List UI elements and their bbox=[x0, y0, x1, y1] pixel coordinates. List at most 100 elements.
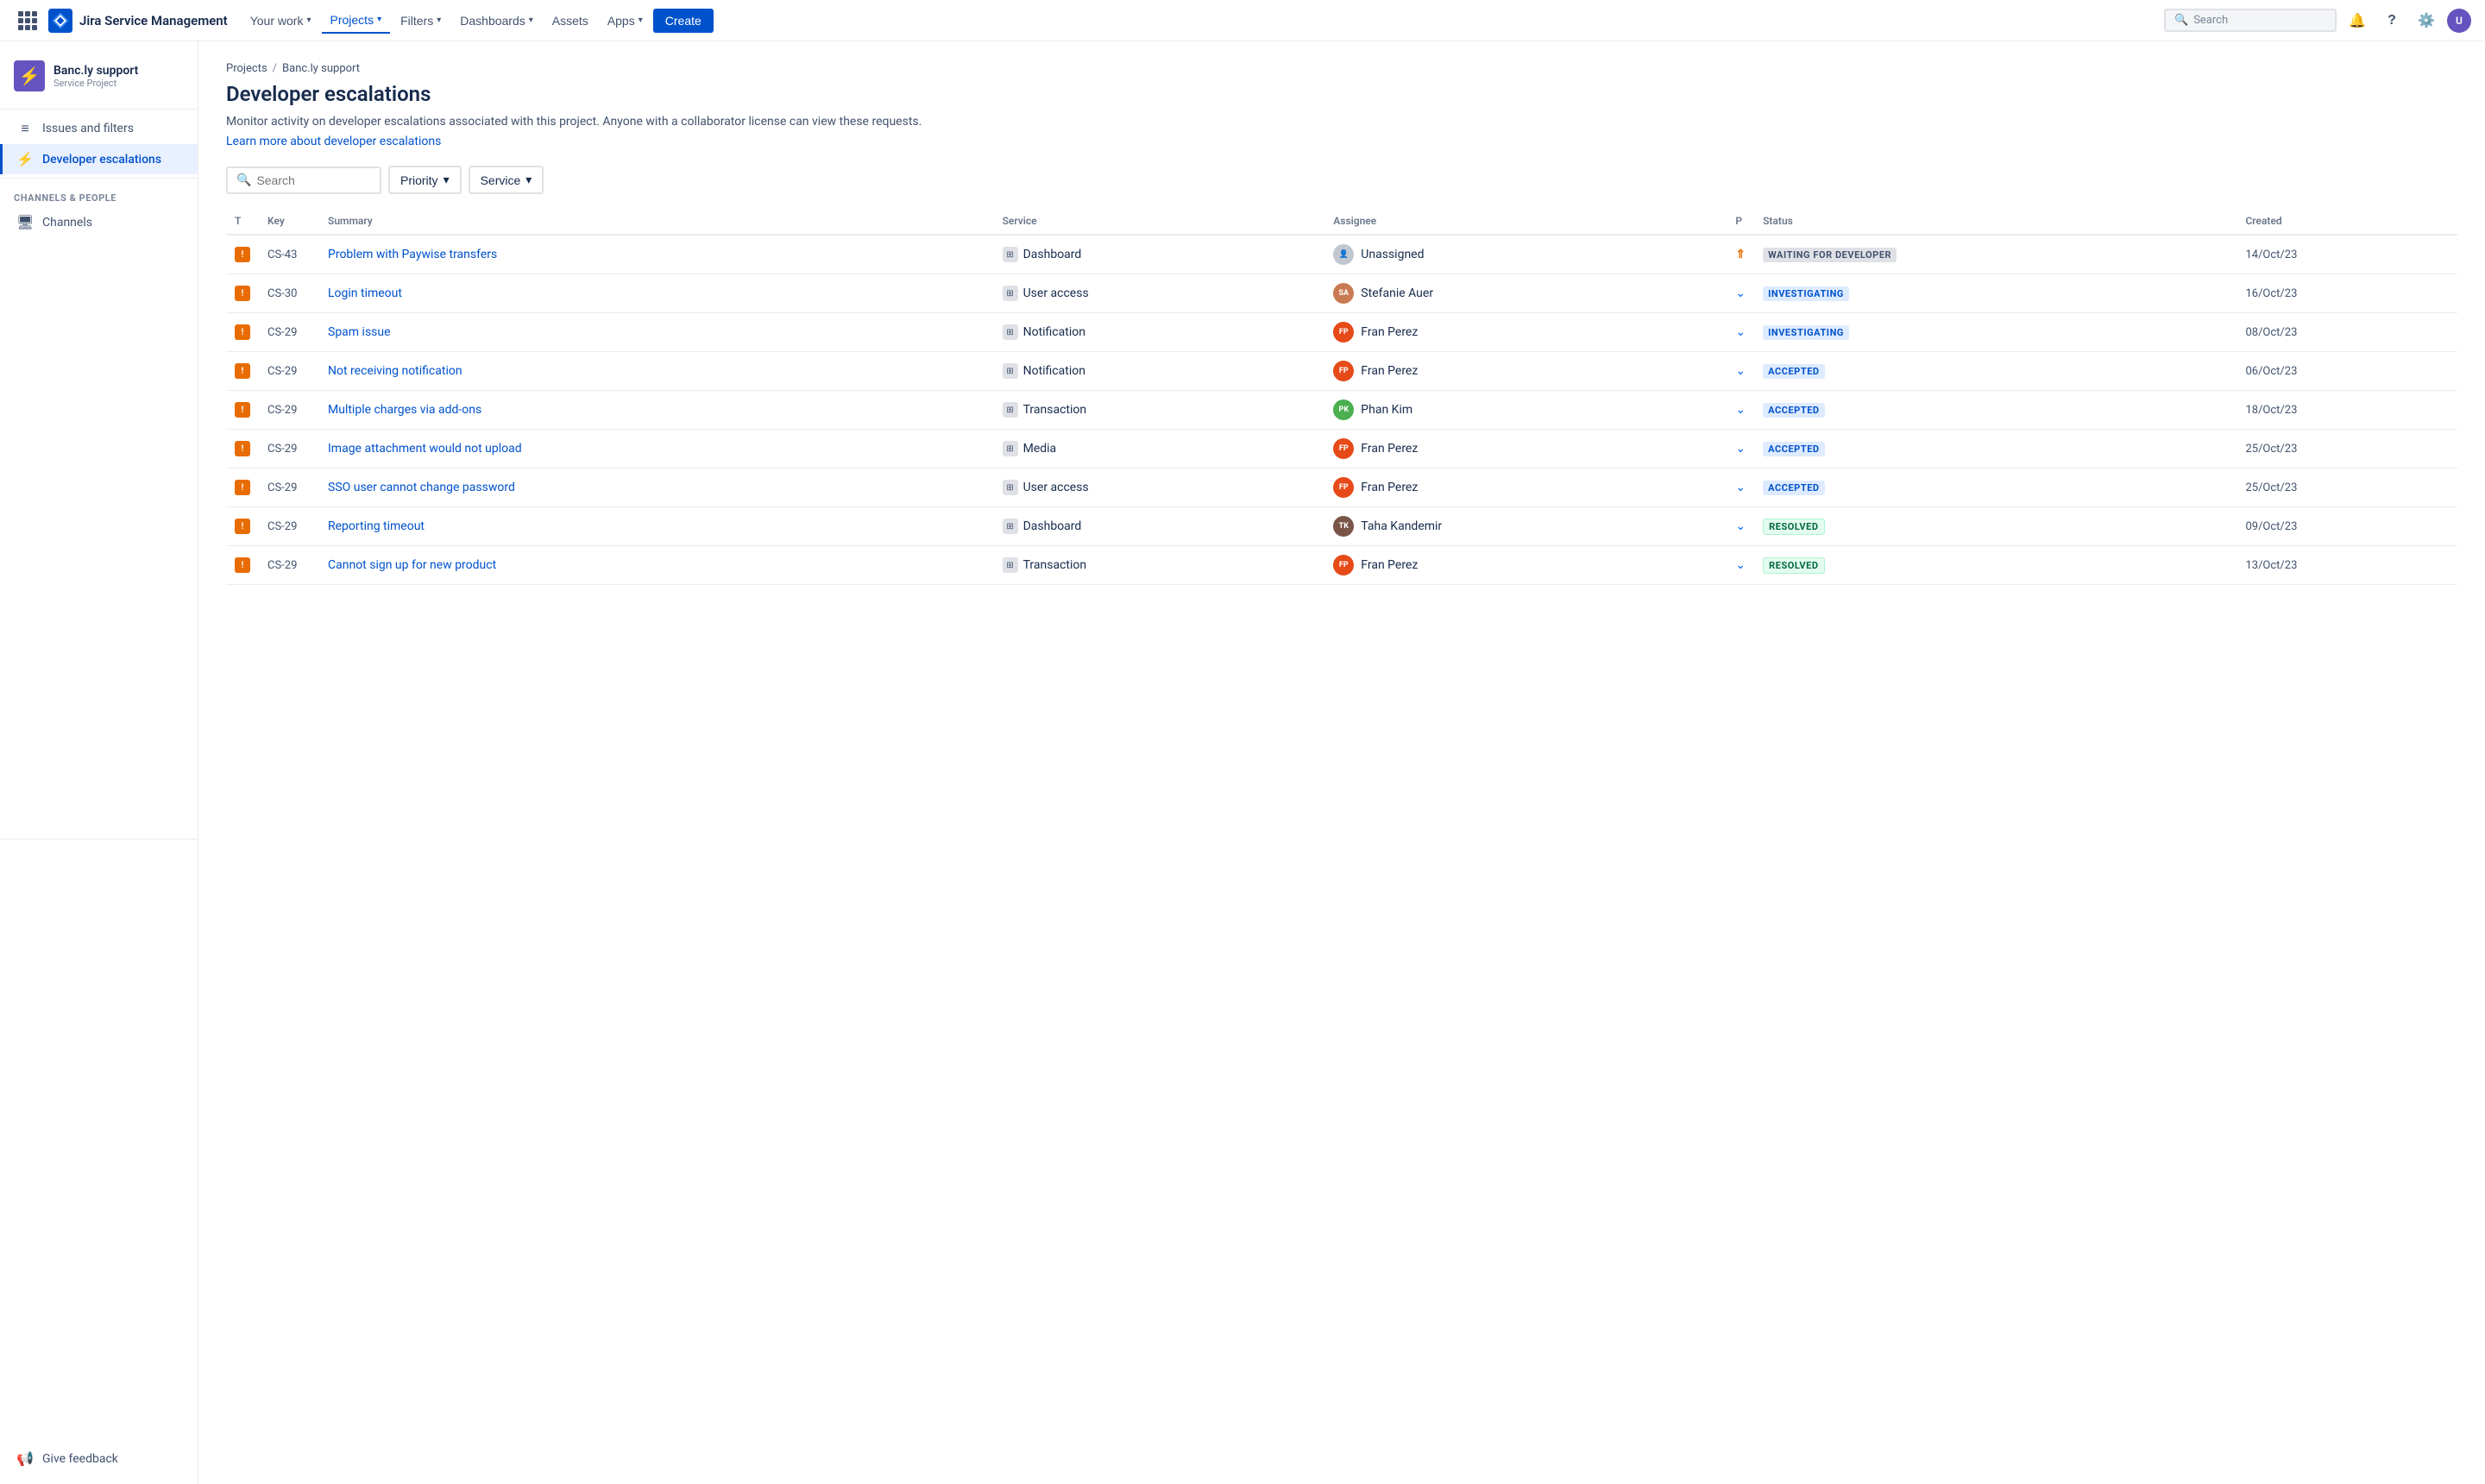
chevron-down-icon: ▾ bbox=[437, 16, 441, 25]
assignee-name: Taha Kandemir bbox=[1361, 519, 1442, 533]
issue-summary-link[interactable]: SSO user cannot change password bbox=[328, 481, 515, 494]
apps-grid-button[interactable] bbox=[14, 7, 41, 35]
priority-icon: ⌄ bbox=[1735, 558, 1746, 572]
cell-summary: Not receiving notification bbox=[319, 352, 994, 391]
cell-service: ⊞ Transaction bbox=[994, 546, 1325, 585]
issue-summary-link[interactable]: Multiple charges via add-ons bbox=[328, 403, 481, 417]
cell-assignee: FP Fran Perez bbox=[1324, 430, 1727, 468]
cell-service: ⊞ Media bbox=[994, 430, 1325, 468]
service-cell: ⊞ Transaction bbox=[1003, 402, 1317, 418]
cell-service: ⊞ Dashboard bbox=[994, 235, 1325, 274]
cell-status: ACCEPTED bbox=[1754, 430, 2236, 468]
sidebar: ⚡ Banc.ly support Service Project ≡ Issu… bbox=[0, 41, 198, 1484]
issue-summary-link[interactable]: Login timeout bbox=[328, 286, 402, 300]
search-box[interactable]: 🔍 Search bbox=[2164, 9, 2337, 32]
created-date: 14/Oct/23 bbox=[2245, 248, 2297, 261]
assignee-cell: FP Fran Perez bbox=[1333, 438, 1718, 459]
table-row: !CS-29SSO user cannot change password ⊞ … bbox=[226, 468, 2457, 507]
search-filter[interactable]: 🔍 bbox=[226, 167, 381, 194]
cell-created: 16/Oct/23 bbox=[2236, 274, 2457, 313]
cell-key: CS-29 bbox=[259, 313, 319, 352]
col-priority: P bbox=[1727, 208, 1754, 235]
service-icon: ⊞ bbox=[1003, 247, 1018, 262]
sidebar-item-channels[interactable]: 🖥 Channels bbox=[0, 207, 198, 237]
cell-service: ⊞ Transaction bbox=[994, 391, 1325, 430]
service-cell: ⊞ User access bbox=[1003, 480, 1317, 495]
breadcrumb-projects[interactable]: Projects bbox=[226, 62, 267, 75]
table-row: !CS-29Spam issue ⊞ Notification FP Fran … bbox=[226, 313, 2457, 352]
issue-summary-link[interactable]: Reporting timeout bbox=[328, 519, 425, 533]
cell-type: ! bbox=[226, 235, 259, 274]
service-filter-button[interactable]: Service ▾ bbox=[469, 166, 544, 194]
main-content: Projects / Banc.ly support Developer esc… bbox=[198, 41, 2485, 1484]
breadcrumb-project-name[interactable]: Banc.ly support bbox=[282, 62, 360, 75]
avatar: TK bbox=[1333, 516, 1354, 537]
breadcrumb: Projects / Banc.ly support bbox=[226, 62, 2457, 75]
cell-service: ⊞ Dashboard bbox=[994, 507, 1325, 546]
cell-summary: Login timeout bbox=[319, 274, 994, 313]
cell-created: 09/Oct/23 bbox=[2236, 507, 2457, 546]
cell-priority: ⌄ bbox=[1727, 391, 1754, 430]
service-name: Notification bbox=[1023, 325, 1085, 339]
page-title: Developer escalations bbox=[226, 82, 2457, 106]
issue-summary-link[interactable]: Image attachment would not upload bbox=[328, 442, 522, 456]
issue-summary-link[interactable]: Problem with Paywise transfers bbox=[328, 248, 497, 261]
filters-row: 🔍 Priority ▾ Service ▾ bbox=[226, 166, 2457, 194]
search-input[interactable] bbox=[256, 173, 371, 187]
cell-key: CS-43 bbox=[259, 235, 319, 274]
table-row: !CS-30Login timeout ⊞ User access SA Ste… bbox=[226, 274, 2457, 313]
issue-summary-link[interactable]: Cannot sign up for new product bbox=[328, 558, 496, 572]
service-icon: ⊞ bbox=[1003, 441, 1018, 456]
settings-button[interactable]: ⚙️ bbox=[2413, 7, 2440, 35]
chevron-down-icon: ▾ bbox=[529, 16, 533, 25]
service-name: Dashboard bbox=[1023, 519, 1082, 533]
priority-filter-button[interactable]: Priority ▾ bbox=[388, 166, 462, 194]
nav-filters[interactable]: Filters ▾ bbox=[392, 9, 450, 33]
cell-service: ⊞ User access bbox=[994, 274, 1325, 313]
service-icon: ⊞ bbox=[1003, 557, 1018, 573]
channels-section-label: CHANNELS & PEOPLE bbox=[0, 182, 198, 207]
sidebar-item-feedback[interactable]: 📢 Give feedback bbox=[0, 1443, 198, 1474]
nav-apps[interactable]: Apps ▾ bbox=[599, 9, 651, 33]
sidebar-item-dev-escalations[interactable]: ⚡ Developer escalations bbox=[0, 144, 198, 174]
cell-status: ACCEPTED bbox=[1754, 352, 2236, 391]
priority-icon: ⌄ bbox=[1735, 325, 1746, 339]
col-service: Service bbox=[994, 208, 1325, 235]
cell-status: RESOLVED bbox=[1754, 546, 2236, 585]
cell-created: 13/Oct/23 bbox=[2236, 546, 2457, 585]
grid-icon bbox=[16, 9, 39, 32]
user-avatar[interactable]: U bbox=[2447, 9, 2471, 33]
cell-service: ⊞ Notification bbox=[994, 313, 1325, 352]
priority-icon: ⌄ bbox=[1735, 481, 1746, 494]
sidebar-item-issues[interactable]: ≡ Issues and filters bbox=[0, 113, 198, 144]
issue-summary-link[interactable]: Not receiving notification bbox=[328, 364, 462, 378]
cell-summary: SSO user cannot change password bbox=[319, 468, 994, 507]
nav-projects[interactable]: Projects ▾ bbox=[322, 8, 391, 34]
avatar: FP bbox=[1333, 361, 1354, 381]
assignee-cell: FP Fran Perez bbox=[1333, 555, 1718, 575]
assignee-cell: 👤 Unassigned bbox=[1333, 244, 1718, 265]
issue-summary-link[interactable]: Spam issue bbox=[328, 325, 391, 339]
cell-assignee: 👤 Unassigned bbox=[1324, 235, 1727, 274]
service-icon: ⊞ bbox=[1003, 480, 1018, 495]
cell-key: CS-29 bbox=[259, 468, 319, 507]
notifications-button[interactable]: 🔔 bbox=[2343, 7, 2371, 35]
issue-type-badge: ! bbox=[235, 441, 250, 456]
assignee-name: Fran Perez bbox=[1361, 442, 1418, 456]
nav-dashboards[interactable]: Dashboards ▾ bbox=[451, 9, 542, 33]
assignee-cell: PK Phan Kim bbox=[1333, 399, 1718, 420]
nav-assets[interactable]: Assets bbox=[544, 9, 597, 33]
help-button[interactable]: ? bbox=[2378, 7, 2406, 35]
nav-your-work[interactable]: Your work ▾ bbox=[242, 9, 320, 33]
search-filter-icon: 🔍 bbox=[236, 173, 251, 187]
topnav: Jira Service Management Your work ▾ Proj… bbox=[0, 0, 2485, 41]
cell-assignee: PK Phan Kim bbox=[1324, 391, 1727, 430]
logo[interactable]: Jira Service Management bbox=[48, 9, 228, 33]
cell-key: CS-29 bbox=[259, 391, 319, 430]
learn-more-link[interactable]: Learn more about developer escalations bbox=[226, 135, 441, 148]
avatar: FP bbox=[1333, 555, 1354, 575]
create-button[interactable]: Create bbox=[653, 9, 714, 33]
service-icon: ⊞ bbox=[1003, 363, 1018, 379]
service-cell: ⊞ Dashboard bbox=[1003, 247, 1317, 262]
avatar: SA bbox=[1333, 283, 1354, 304]
